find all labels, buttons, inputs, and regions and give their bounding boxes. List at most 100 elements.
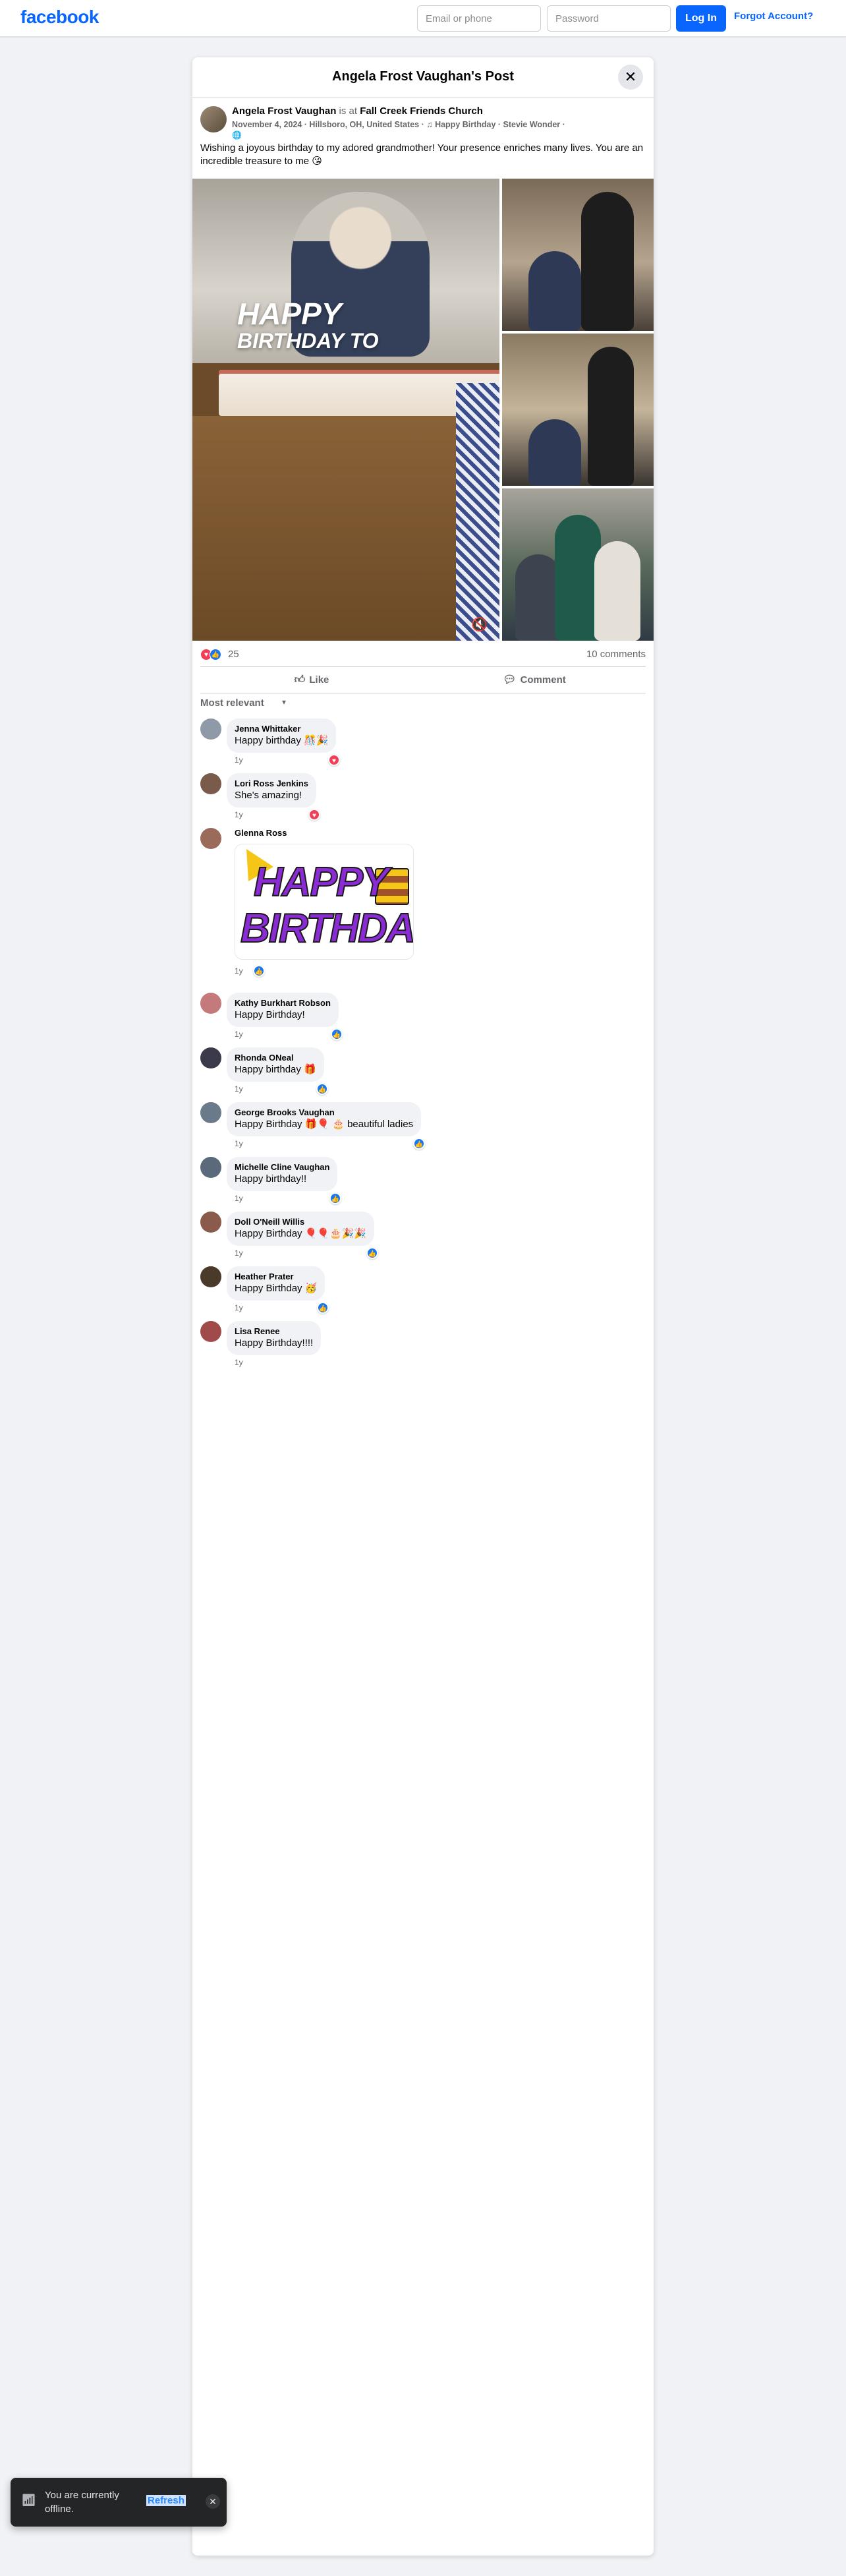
comment-count-link[interactable]: 10 comments (586, 649, 646, 660)
commenter-name-link[interactable]: Lisa Renee (235, 1326, 313, 1337)
photo-thumbnail-1[interactable] (502, 179, 654, 331)
birthday-sticker[interactable]: HAPPYBIRTHDAY (235, 844, 414, 960)
comment-item: Heather Prater Happy Birthday 🥳 1y 👍 (200, 1266, 646, 1314)
like-reaction-icon[interactable]: 👍 (366, 1247, 378, 1259)
comment-item: Doll O'Neill Willis Happy Birthday 🎈🎈🎂🎉🎉 1… (200, 1212, 646, 1259)
like-reaction-icon[interactable]: 👍 (253, 965, 265, 977)
email-input[interactable] (417, 5, 541, 32)
refresh-button[interactable]: Refresh (146, 2495, 186, 2506)
comment-timestamp[interactable]: 1y (235, 1248, 243, 1258)
commenter-avatar[interactable] (200, 718, 221, 740)
reaction-count[interactable]: 25 (228, 649, 239, 660)
comment-timestamp[interactable]: 1y (235, 1194, 243, 1203)
like-reaction-icon[interactable]: 👍 (316, 1083, 328, 1095)
comment-bubble: Doll O'Neill Willis Happy Birthday 🎈🎈🎂🎉🎉 (227, 1212, 375, 1246)
comment-timestamp[interactable]: 1y (235, 755, 243, 765)
commenter-name-link[interactable]: Heather Prater (235, 1272, 317, 1282)
comment-bubble: Glenna Ross (227, 828, 295, 838)
comment-bubble: Lori Ross Jenkins She's amazing! (227, 773, 316, 807)
comment-bubble: George Brooks Vaughan Happy Birthday 🎁🎈 🎂… (227, 1102, 422, 1136)
like-reaction-icon[interactable]: 👍 (331, 1028, 343, 1040)
commenter-name-link[interactable]: Jenna Whittaker (235, 724, 328, 734)
photo-thumbnail-2[interactable] (502, 334, 654, 486)
commenter-name-link[interactable]: George Brooks Vaughan (235, 1107, 413, 1118)
commenter-name-link[interactable]: Kathy Burkhart Robson (235, 998, 331, 1009)
close-icon[interactable]: ✕ (206, 2494, 220, 2509)
login-button[interactable]: Log In (676, 5, 726, 32)
comment-text: She's amazing! (235, 790, 302, 801)
commenter-name-link[interactable]: Doll O'Neill Willis (235, 1217, 366, 1227)
sort-label: Most relevant (200, 697, 264, 709)
author-line: Angela Frost Vaughan is at Fall Creek Fr… (232, 105, 483, 117)
reaction-icons[interactable]: ♥ 👍 (200, 648, 221, 660)
commenter-avatar[interactable] (200, 1157, 221, 1178)
video-overlay-text-2: BIRTHDAY TO (237, 329, 379, 353)
speech-bubble-icon: 💬︎ (503, 674, 517, 686)
top-navigation-bar: facebook Log In Forgot Account? (0, 0, 846, 37)
like-reaction-icon[interactable]: 👍 (329, 1192, 341, 1204)
forgot-account-link[interactable]: Forgot Account? (734, 11, 813, 22)
comment-timestamp[interactable]: 1y (235, 966, 243, 976)
commenter-name-link[interactable]: Glenna Ross (235, 828, 287, 838)
comment-item: George Brooks Vaughan Happy Birthday 🎁🎈 🎂… (200, 1102, 646, 1150)
comment-bubble: Rhonda ONeal Happy birthday 🎁 (227, 1047, 324, 1082)
place-link[interactable]: Fall Creek Friends Church (360, 105, 483, 117)
comment-bubble: Kathy Burkhart Robson Happy Birthday! (227, 993, 339, 1027)
love-reaction-icon[interactable]: ♥ (308, 809, 320, 821)
commenter-name-link[interactable]: Michelle Cline Vaughan (235, 1162, 329, 1173)
commenter-avatar[interactable] (200, 1212, 221, 1233)
comment-text: Happy Birthday!!!! (235, 1337, 314, 1349)
commenter-avatar[interactable] (200, 773, 221, 794)
comment-bubble: Lisa Renee Happy Birthday!!!! (227, 1321, 322, 1355)
comment-timestamp[interactable]: 1y (235, 1030, 243, 1039)
comment-label: Comment (520, 674, 566, 686)
comment-text: Happy Birthday! (235, 1009, 305, 1020)
main-video[interactable]: HAPPY BIRTHDAY TO 🔇 (192, 179, 499, 641)
commenter-avatar[interactable] (200, 1047, 221, 1068)
like-reaction-icon[interactable]: 👍 (317, 1302, 329, 1314)
standing-woman-figure (588, 347, 634, 486)
speaker-muted-icon[interactable]: 🔇 (471, 617, 488, 633)
author-avatar[interactable] (200, 106, 227, 132)
standing-woman-figure (581, 192, 634, 331)
comment-item: Rhonda ONeal Happy birthday 🎁 1y 👍 (200, 1047, 646, 1095)
reactions-summary: ♥ 👍 25 10 comments (200, 641, 646, 667)
dialog-header: Angela Frost Vaughan's Post ✕ (192, 57, 654, 98)
like-reaction-icon[interactable]: 👍 (413, 1138, 425, 1150)
love-reaction-icon[interactable]: ♥ (328, 754, 340, 766)
comment-text: Happy Birthday 🥳 (235, 1283, 318, 1294)
author-name-link[interactable]: Angela Frost Vaughan (232, 105, 336, 117)
close-icon[interactable]: ✕ (618, 65, 643, 90)
comment-timestamp[interactable]: 1y (235, 1303, 243, 1312)
seated-woman-figure (594, 541, 640, 641)
comment-item: Lori Ross Jenkins She's amazing! 1y ♥ (200, 773, 646, 821)
thumbs-up-icon: 👍︎ (294, 674, 306, 686)
commenter-avatar[interactable] (200, 1321, 221, 1342)
photo-thumbnail-3[interactable] (502, 488, 654, 641)
comment-sort-dropdown[interactable]: Most relevant ▾ (200, 693, 646, 713)
is-at-text: is at (339, 105, 358, 117)
facebook-logo[interactable]: facebook (20, 7, 99, 28)
video-overlay-text-1: HAPPY (237, 297, 342, 331)
password-input[interactable] (547, 5, 671, 32)
comment-timestamp[interactable]: 1y (235, 810, 243, 819)
comment-button[interactable]: 💬︎ Comment (423, 667, 646, 693)
commenter-name-link[interactable]: Lori Ross Jenkins (235, 778, 308, 789)
comment-text: Happy Birthday 🎈🎈🎂🎉🎉 (235, 1228, 367, 1239)
comment-timestamp[interactable]: 1y (235, 1358, 243, 1367)
checkered-cloth (456, 383, 499, 641)
commenter-avatar[interactable] (200, 1102, 221, 1123)
commenter-name-link[interactable]: Rhonda ONeal (235, 1053, 316, 1063)
comment-timestamp[interactable]: 1y (235, 1139, 243, 1148)
post-dialog: Angela Frost Vaughan's Post ✕ Angela Fro… (192, 57, 654, 2556)
like-button[interactable]: 👍︎ Like (200, 667, 423, 693)
comment-bubble: Michelle Cline Vaughan Happy birthday!! (227, 1157, 338, 1191)
comment-item: Glenna Ross HAPPYBIRTHDAY 1y 👍 (200, 828, 646, 981)
commenter-avatar[interactable] (200, 1266, 221, 1287)
post-meta[interactable]: November 4, 2024 · Hillsboro, OH, United… (232, 120, 648, 129)
comment-timestamp[interactable]: 1y (235, 1084, 243, 1094)
commenter-avatar[interactable] (200, 993, 221, 1014)
post-media-grid: HAPPY BIRTHDAY TO 🔇 (192, 179, 654, 641)
commenter-avatar[interactable] (200, 828, 221, 849)
comment-item: Michelle Cline Vaughan Happy birthday!! 1y… (200, 1157, 646, 1204)
